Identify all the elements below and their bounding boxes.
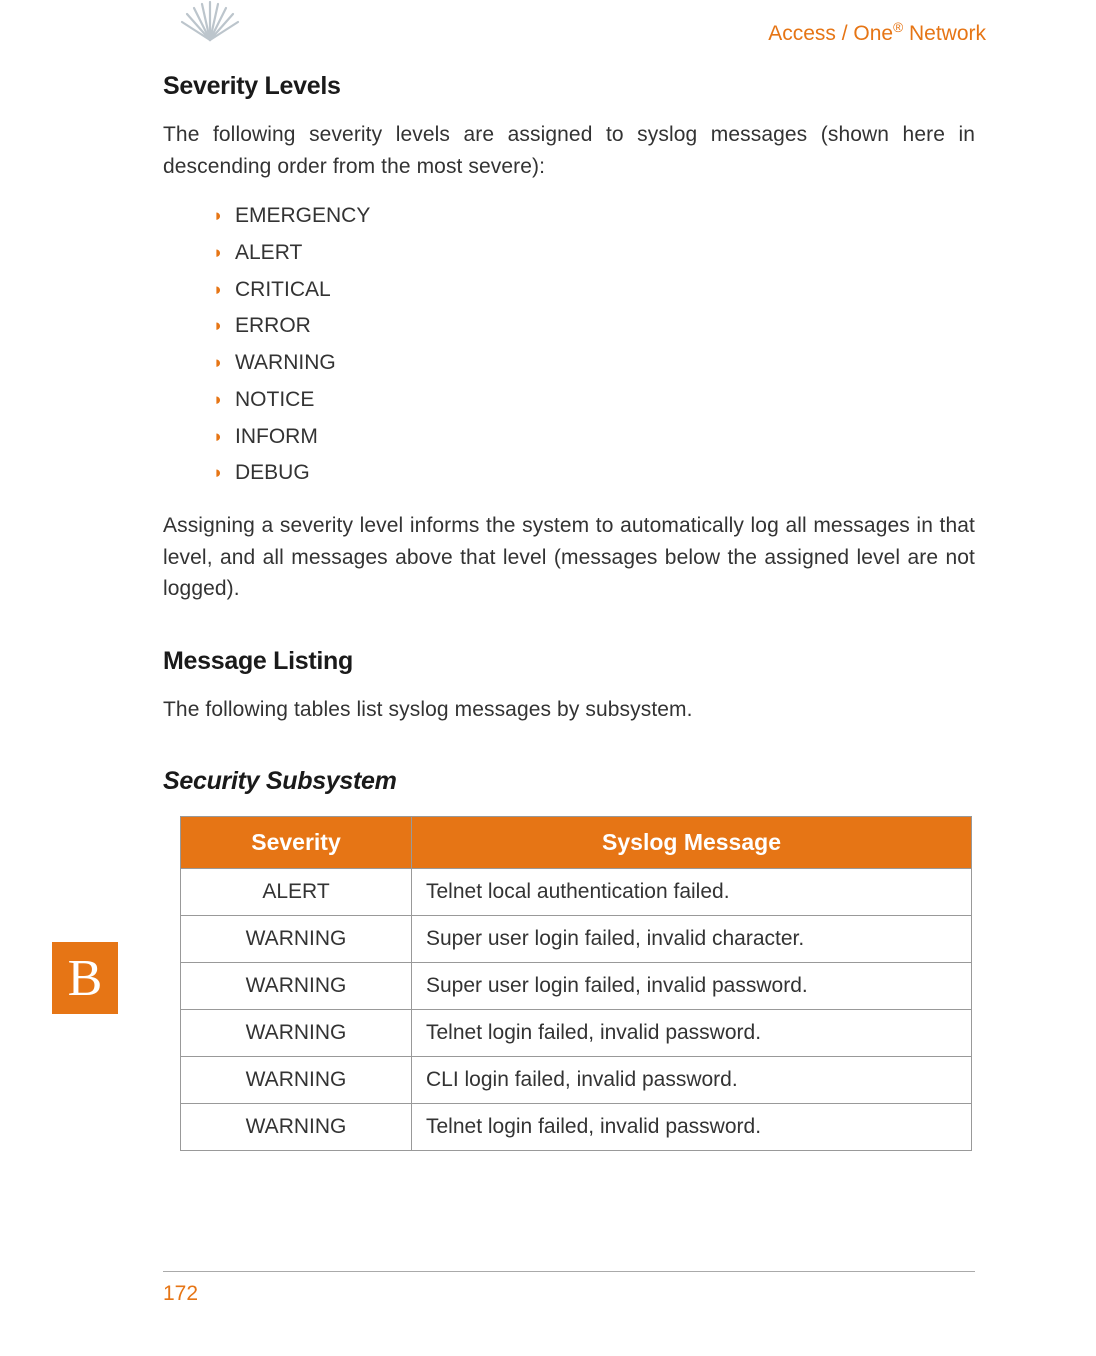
severity-list: EMERGENCY ALERT CRITICAL ERROR WARNING N… bbox=[213, 198, 975, 492]
cell-severity: WARNING bbox=[181, 1104, 412, 1151]
table-row: WARNING Telnet login failed, invalid pas… bbox=[181, 1104, 972, 1151]
cell-message: Telnet local authentication failed. bbox=[412, 869, 972, 916]
section-title-security: Security Subsystem bbox=[163, 767, 975, 796]
cell-severity: ALERT bbox=[181, 869, 412, 916]
page-number: 172 bbox=[163, 1282, 198, 1306]
level-label: WARNING bbox=[235, 351, 336, 374]
page-content: Severity Levels The following severity l… bbox=[163, 72, 975, 1151]
level-label: NOTICE bbox=[235, 388, 314, 411]
brand-logo-icon bbox=[180, 0, 240, 47]
cell-message: Telnet login failed, invalid password. bbox=[412, 1010, 972, 1057]
cell-severity: WARNING bbox=[181, 916, 412, 963]
table-row: ALERT Telnet local authentication failed… bbox=[181, 869, 972, 916]
severity-footer: Assigning a severity level informs the s… bbox=[163, 510, 975, 605]
cell-message: Super user login failed, invalid charact… bbox=[412, 916, 972, 963]
severity-intro: The following severity levels are assign… bbox=[163, 119, 975, 182]
appendix-letter: B bbox=[68, 949, 103, 1008]
list-item: INFORM bbox=[213, 419, 975, 456]
cell-severity: WARNING bbox=[181, 1010, 412, 1057]
list-item: ALERT bbox=[213, 235, 975, 272]
cell-message: Super user login failed, invalid passwor… bbox=[412, 963, 972, 1010]
list-item: EMERGENCY bbox=[213, 198, 975, 235]
section-title-listing: Message Listing bbox=[163, 647, 975, 676]
level-label: EMERGENCY bbox=[235, 204, 370, 227]
footer-divider bbox=[163, 1271, 975, 1272]
table-row: WARNING Super user login failed, invalid… bbox=[181, 963, 972, 1010]
section-title-severity: Severity Levels bbox=[163, 72, 975, 101]
list-item: ERROR bbox=[213, 308, 975, 345]
brand-prefix: Access / One bbox=[768, 22, 893, 45]
table-header-row: Severity Syslog Message bbox=[181, 817, 972, 869]
registered-icon: ® bbox=[893, 20, 903, 35]
col-severity: Severity bbox=[181, 817, 412, 869]
table-row: WARNING CLI login failed, invalid passwo… bbox=[181, 1057, 972, 1104]
level-label: INFORM bbox=[235, 425, 318, 448]
level-label: CRITICAL bbox=[235, 278, 331, 301]
brand-suffix: Network bbox=[903, 22, 986, 45]
list-item: CRITICAL bbox=[213, 272, 975, 309]
list-item: DEBUG bbox=[213, 455, 975, 492]
list-item: NOTICE bbox=[213, 382, 975, 419]
cell-severity: WARNING bbox=[181, 963, 412, 1010]
cell-message: Telnet login failed, invalid password. bbox=[412, 1104, 972, 1151]
security-table: Severity Syslog Message ALERT Telnet loc… bbox=[180, 816, 972, 1151]
table-row: WARNING Telnet login failed, invalid pas… bbox=[181, 1010, 972, 1057]
level-label: DEBUG bbox=[235, 461, 310, 484]
listing-intro: The following tables list syslog message… bbox=[163, 694, 975, 726]
appendix-tab: B bbox=[52, 942, 118, 1014]
col-message: Syslog Message bbox=[412, 817, 972, 869]
cell-severity: WARNING bbox=[181, 1057, 412, 1104]
table-row: WARNING Super user login failed, invalid… bbox=[181, 916, 972, 963]
level-label: ERROR bbox=[235, 314, 311, 337]
header-brand: Access / One® Network bbox=[768, 20, 986, 46]
level-label: ALERT bbox=[235, 241, 302, 264]
list-item: WARNING bbox=[213, 345, 975, 382]
cell-message: CLI login failed, invalid password. bbox=[412, 1057, 972, 1104]
